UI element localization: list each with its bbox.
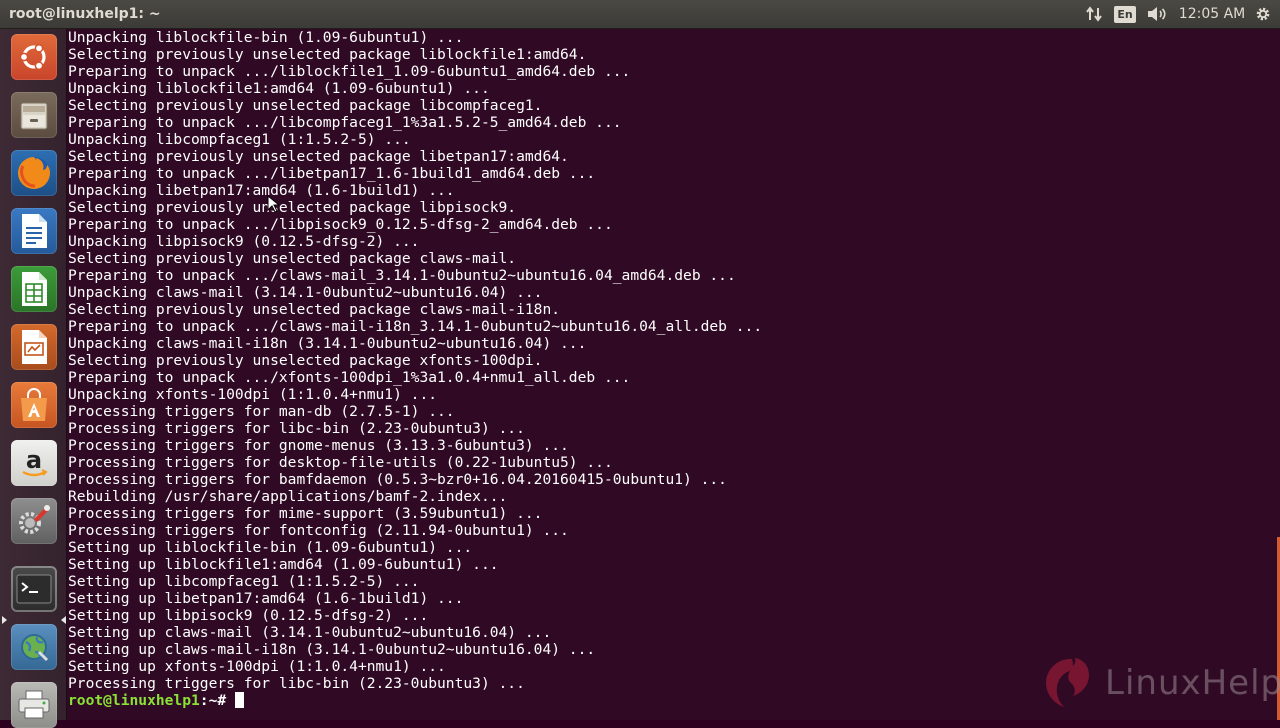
keyboard-layout-indicator[interactable]: En bbox=[1114, 4, 1136, 24]
terminal-line: Processing triggers for mime-support (3.… bbox=[68, 505, 543, 522]
terminal-line: Preparing to unpack .../libcompfaceg1_1%… bbox=[68, 114, 622, 131]
terminal-line: Unpacking libcompfaceg1 (1:1.5.2-5) ... bbox=[68, 131, 411, 148]
linuxhelp-watermark: LinuxHelp bbox=[1041, 655, 1280, 717]
terminal-line: Preparing to unpack .../claws-mail-i18n_… bbox=[68, 318, 763, 335]
terminal-line: Unpacking claws-mail-i18n (3.14.1-0ubunt… bbox=[68, 335, 587, 352]
terminal-line: Processing triggers for fontconfig (2.11… bbox=[68, 522, 569, 539]
terminal-output: Unpacking liblockfile-bin (1.09-6ubuntu1… bbox=[68, 29, 762, 709]
watermark-text: LinuxHelp bbox=[1105, 663, 1280, 703]
terminal-line: Preparing to unpack .../claws-mail_3.14.… bbox=[68, 267, 736, 284]
terminal-line: Selecting previously unselected package … bbox=[68, 46, 587, 63]
text-cursor bbox=[234, 692, 244, 708]
terminal-line: Selecting previously unselected package … bbox=[68, 352, 543, 369]
terminal-line: Processing triggers for desktop-file-uti… bbox=[68, 454, 613, 471]
globe-tools-icon[interactable] bbox=[11, 624, 57, 670]
focused-indicator bbox=[61, 616, 66, 624]
terminal-line: Setting up claws-mail-i18n (3.14.1-0ubun… bbox=[68, 641, 596, 658]
terminal-line: Setting up libetpan17:amd64 (1.6-1build1… bbox=[68, 590, 464, 607]
impress-presentation-icon[interactable] bbox=[11, 324, 57, 370]
shell-prompt-line[interactable]: root@linuxhelp1:~# bbox=[68, 692, 762, 709]
terminal-line: Setting up xfonts-100dpi (1:1.0.4+nmu1) … bbox=[68, 658, 446, 675]
prompt-path: :~# bbox=[199, 692, 227, 709]
calc-spreadsheet-icon[interactable] bbox=[11, 266, 57, 312]
file-cabinet-icon[interactable] bbox=[11, 92, 57, 138]
terminal-line: Selecting previously unselected package … bbox=[68, 97, 543, 114]
svg-text:a: a bbox=[26, 446, 42, 474]
network-updown-icon[interactable] bbox=[1083, 4, 1105, 24]
terminal-line: Preparing to unpack .../libpisock9_0.12.… bbox=[68, 216, 613, 233]
launcher: a bbox=[0, 29, 67, 728]
terminal-line: Processing triggers for gnome-menus (3.1… bbox=[68, 437, 569, 454]
linuxhelp-logo-icon bbox=[1046, 658, 1089, 707]
terminal-line: Selecting previously unselected package … bbox=[68, 148, 569, 165]
terminal-line: Processing triggers for libc-bin (2.23-0… bbox=[68, 420, 525, 437]
terminal-line: Setting up libcompfaceg1 (1:1.5.2-5) ... bbox=[68, 573, 420, 590]
terminal-line: Selecting previously unselected package … bbox=[68, 250, 517, 267]
writer-document-icon[interactable] bbox=[11, 208, 57, 254]
prompt-input[interactable] bbox=[226, 692, 235, 709]
terminal-line: Preparing to unpack .../xfonts-100dpi_1%… bbox=[68, 369, 631, 386]
terminal-line: Preparing to unpack .../liblockfile1_1.0… bbox=[68, 63, 631, 80]
terminal-line: Setting up liblockfile1:amd64 (1.09-6ubu… bbox=[68, 556, 499, 573]
terminal-icon[interactable] bbox=[11, 566, 57, 612]
terminal-line: Processing triggers for bamfdaemon (0.5.… bbox=[68, 471, 727, 488]
firefox-icon[interactable] bbox=[11, 150, 57, 196]
terminal-line: Unpacking liblockfile1:amd64 (1.09-6ubun… bbox=[68, 80, 490, 97]
speaker-volume-icon[interactable] bbox=[1144, 4, 1170, 24]
prompt-user-host: root@linuxhelp1 bbox=[68, 692, 200, 709]
settings-wrench-icon[interactable] bbox=[11, 498, 57, 544]
running-indicator bbox=[2, 616, 7, 624]
window-title: root@linuxhelp1: ~ bbox=[9, 6, 161, 22]
software-bag-icon[interactable] bbox=[11, 382, 57, 428]
terminal-line: Selecting previously unselected package … bbox=[68, 301, 561, 318]
terminal-line: Unpacking claws-mail (3.14.1-0ubuntu2~ub… bbox=[68, 284, 543, 301]
terminal-line: Unpacking xfonts-100dpi (1:1.0.4+nmu1) .… bbox=[68, 386, 438, 403]
terminal-line: Setting up libpisock9 (0.12.5-dfsg-2) ..… bbox=[68, 607, 429, 624]
terminal-line: Setting up liblockfile-bin (1.09-6ubuntu… bbox=[68, 539, 473, 556]
amazon-icon[interactable]: a bbox=[11, 440, 57, 486]
terminal-line: Processing triggers for man-db (2.7.5-1)… bbox=[68, 403, 455, 420]
terminal-line: Setting up claws-mail (3.14.1-0ubuntu2~u… bbox=[68, 624, 552, 641]
terminal-line: Preparing to unpack .../libetpan17_1.6-1… bbox=[68, 165, 596, 182]
gear-icon[interactable] bbox=[1252, 4, 1274, 24]
mouse-pointer-icon bbox=[267, 195, 279, 213]
top-panel: root@linuxhelp1: ~ En 12:05 AM bbox=[0, 0, 1280, 29]
terminal-line: Rebuilding /usr/share/applications/bamf-… bbox=[68, 488, 508, 505]
keyboard-layout-label: En bbox=[1114, 5, 1136, 23]
printer-icon[interactable] bbox=[11, 682, 57, 728]
terminal-line: Selecting previously unselected package … bbox=[68, 199, 517, 216]
terminal-line: Processing triggers for libc-bin (2.23-0… bbox=[68, 675, 525, 692]
clock[interactable]: 12:05 AM bbox=[1179, 4, 1245, 24]
terminal-line: Unpacking liblockfile-bin (1.09-6ubuntu1… bbox=[68, 29, 464, 46]
terminal-window[interactable]: Unpacking liblockfile-bin (1.09-6ubuntu1… bbox=[67, 29, 1280, 720]
terminal-line: Unpacking libpisock9 (0.12.5-dfsg-2) ... bbox=[68, 233, 420, 250]
ubuntu-dash-icon[interactable] bbox=[11, 34, 57, 80]
terminal-line: Unpacking libetpan17:amd64 (1.6-1build1)… bbox=[68, 182, 455, 199]
